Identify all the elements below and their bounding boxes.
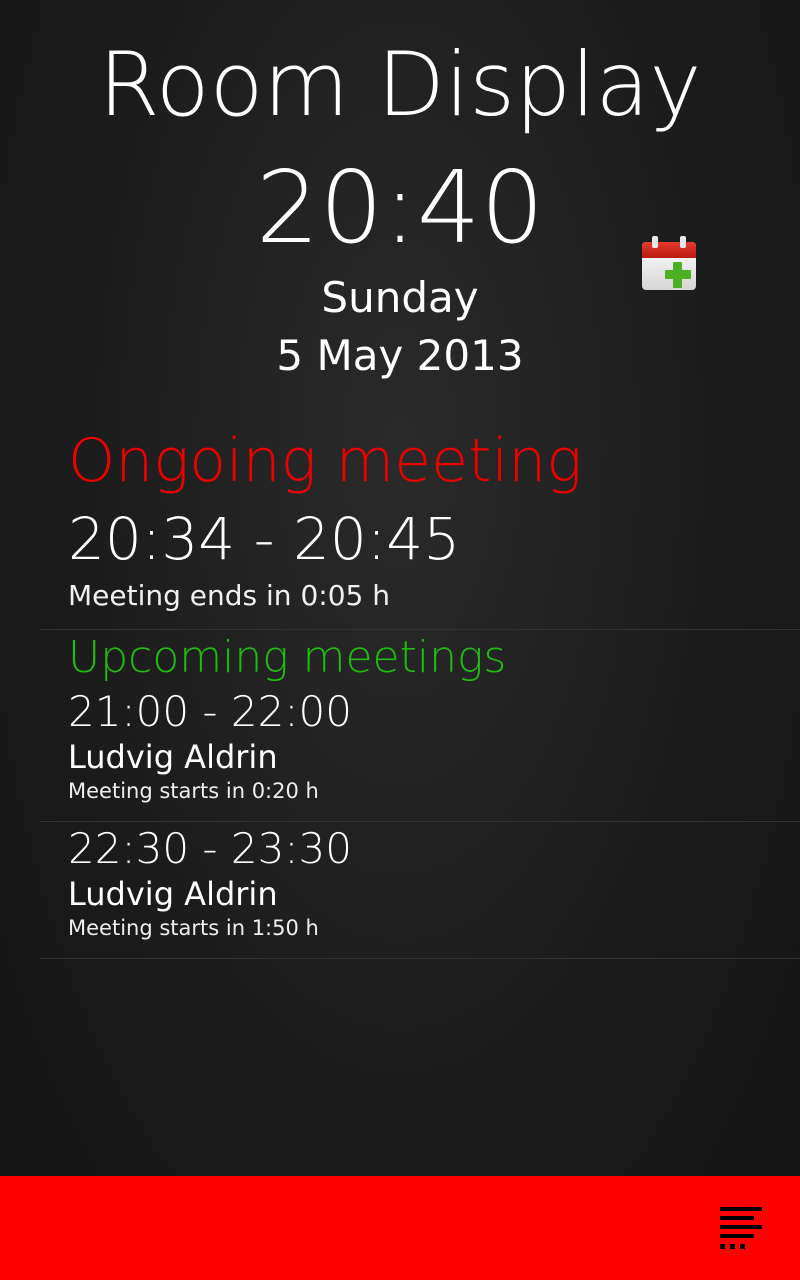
- meeting-organizer: Ludvig Aldrin: [68, 875, 278, 913]
- upcoming-meeting-item[interactable]: 22:30 - 23:30 Ludvig Aldrin Meeting star…: [68, 823, 768, 943]
- current-date: 5 May 2013: [276, 331, 524, 380]
- add-meeting-button[interactable]: [640, 234, 698, 292]
- divider: [40, 958, 800, 959]
- ongoing-meeting-time: 20:34 - 20:45: [68, 505, 461, 573]
- overflow-menu-button[interactable]: [712, 1200, 772, 1256]
- ongoing-meeting-status: Meeting ends in 0:05 h: [68, 579, 390, 612]
- calendar-add-icon: [642, 236, 696, 290]
- divider: [40, 821, 800, 822]
- ongoing-meeting-heading: Ongoing meeting: [68, 426, 583, 496]
- page-title: Room Display: [98, 33, 702, 136]
- overflow-menu-icon: [720, 1207, 762, 1249]
- bottom-action-bar: [0, 1176, 800, 1280]
- meeting-status: Meeting starts in 0:20 h: [68, 779, 319, 803]
- upcoming-meetings-heading: Upcoming meetings: [68, 632, 507, 683]
- meeting-time: 22:30 - 23:30: [68, 824, 352, 873]
- meeting-status: Meeting starts in 1:50 h: [68, 916, 319, 940]
- upcoming-meeting-item[interactable]: 21:00 - 22:00 Ludvig Aldrin Meeting star…: [68, 686, 768, 806]
- meeting-time: 21:00 - 22:00: [68, 687, 352, 736]
- meeting-organizer: Ludvig Aldrin: [68, 738, 278, 776]
